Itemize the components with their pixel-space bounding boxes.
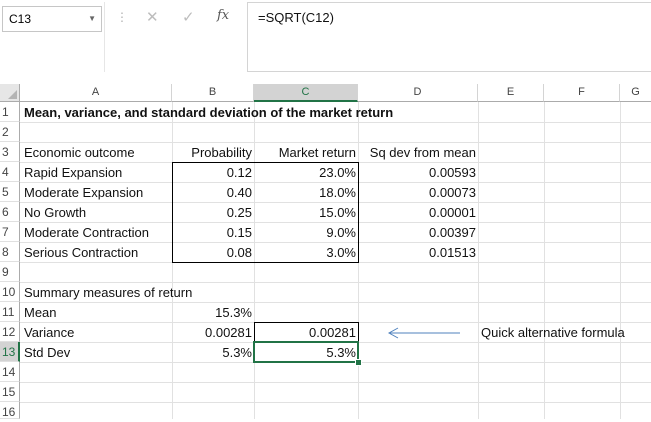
row-header-8[interactable]: 8 [0,242,20,262]
header-economic-outcome[interactable]: Economic outcome [24,143,135,163]
outcome-sq-dev[interactable]: 0.00397 [358,223,476,243]
summary-label[interactable]: Summary measures of return [24,283,192,303]
selected-cell-c13[interactable] [253,341,359,363]
gridline [620,102,621,419]
outcome-sq-dev[interactable]: 0.00073 [358,183,476,203]
arrow-left-icon [387,327,460,339]
column-header-e[interactable]: E [478,84,544,102]
outcome-sq-dev[interactable]: 0.00001 [358,203,476,223]
row-header-15[interactable]: 15 [0,382,20,402]
mean-value[interactable]: 15.3% [172,303,252,323]
row-header-13[interactable]: 13 [0,342,20,362]
formula-text[interactable]: =SQRT(C12) [258,10,334,25]
gridline [20,402,651,403]
note-text[interactable]: Quick alternative formula [481,323,625,343]
formula-bar: C13 ▼ ⋮ ✕ ✓ fx =SQRT(C12) [0,0,651,84]
outcome-name[interactable]: No Growth [24,203,86,223]
row-header-3[interactable]: 3 [0,142,20,162]
std-dev-label[interactable]: Std Dev [24,343,70,363]
row-header-6[interactable]: 6 [0,202,20,222]
column-header-a[interactable]: A [20,84,172,102]
variance-value[interactable]: 0.00281 [172,323,252,343]
name-box[interactable]: C13 ▼ [2,6,102,32]
column-header-d[interactable]: D [358,84,478,102]
select-all-triangle-icon [8,90,17,99]
column-header-c[interactable]: C [254,84,358,102]
chevron-down-icon[interactable]: ▼ [88,7,96,31]
variance-alt-border [254,322,359,343]
outcome-name[interactable]: Serious Contraction [24,243,138,263]
row-header-11[interactable]: 11 [0,302,20,322]
header-probability[interactable]: Probability [172,143,252,163]
column-header-b[interactable]: B [172,84,254,102]
outcome-name[interactable]: Moderate Contraction [24,223,149,243]
row-header-14[interactable]: 14 [0,362,20,382]
header-market-return[interactable]: Market return [254,143,356,163]
fill-handle[interactable] [355,359,362,366]
row-header-4[interactable]: 4 [0,162,20,182]
header-sq-dev[interactable]: Sq dev from mean [358,143,476,163]
row-header-2[interactable]: 2 [0,122,20,142]
select-all-corner[interactable] [0,84,20,102]
outcome-name[interactable]: Rapid Expansion [24,163,122,183]
input-range-border [172,162,359,263]
row-header-7[interactable]: 7 [0,222,20,242]
std-dev-value[interactable]: 5.3% [172,343,252,363]
row-header-1[interactable]: 1 [0,102,20,122]
cancel-icon[interactable]: ✕ [146,8,159,26]
row-header-9[interactable]: 9 [0,262,20,282]
gridline [544,102,545,419]
row-header-16[interactable]: 16 [0,402,20,419]
row-header-10[interactable]: 10 [0,282,20,302]
row-header-12[interactable]: 12 [0,322,20,342]
mean-label[interactable]: Mean [24,303,57,323]
outcome-sq-dev[interactable]: 0.00593 [358,163,476,183]
column-header-g[interactable]: G [620,84,651,102]
enter-icon[interactable]: ✓ [182,8,195,26]
column-header-f[interactable]: F [544,84,620,102]
name-box-value: C13 [9,12,32,26]
row-header-5[interactable]: 5 [0,182,20,202]
gridline [20,382,651,383]
gridline [478,102,479,419]
outcome-sq-dev[interactable]: 0.01513 [358,243,476,263]
more-options-icon[interactable]: ⋮ [116,10,128,24]
outcome-name[interactable]: Moderate Expansion [24,183,143,203]
sheet-title[interactable]: Mean, variance, and standard deviation o… [24,103,393,123]
formula-bar-divider [104,2,105,72]
variance-label[interactable]: Variance [24,323,74,343]
insert-function-icon[interactable]: fx [217,8,229,23]
